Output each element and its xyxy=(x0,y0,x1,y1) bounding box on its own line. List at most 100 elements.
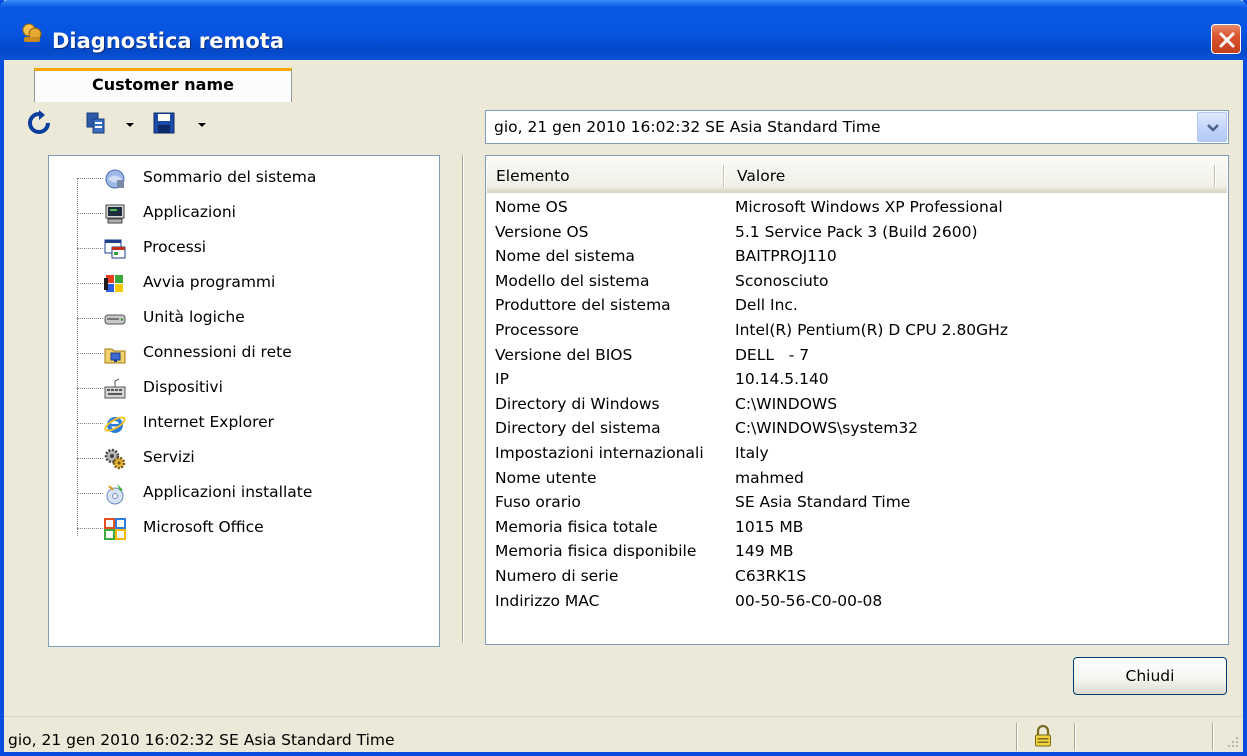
refresh-icon[interactable] xyxy=(26,110,52,136)
tab-customer-name[interactable]: Customer name xyxy=(34,68,292,102)
window-title: Diagnostica remota xyxy=(52,29,284,53)
network-connections-icon xyxy=(104,348,126,364)
column-separator[interactable] xyxy=(723,165,725,187)
list-row[interactable]: Versione OS 5.1 Service Pack 3 (Build 260… xyxy=(495,221,1225,246)
tree-item-applicazioni[interactable]: Applicazioni xyxy=(49,198,429,228)
tree-item-label: Connessioni di rete xyxy=(143,343,292,361)
tree-item-connessioni-di-rete[interactable]: Connessioni di rete xyxy=(49,338,429,368)
logical-drives-icon xyxy=(104,314,126,325)
internet-explorer-icon xyxy=(104,416,126,433)
row-key: Indirizzo MAC xyxy=(495,591,600,610)
tree-item-label: Servizi xyxy=(143,448,195,466)
list-row[interactable]: Impostazioni internazionali Italy xyxy=(495,442,1225,467)
row-key: Directory del sistema xyxy=(495,419,661,438)
title-bar[interactable]: Diagnostica remota xyxy=(0,0,1247,60)
tree-branch xyxy=(77,353,103,354)
list-row[interactable]: Directory del sistema C:\WINDOWS\system32 xyxy=(495,417,1225,442)
tree-item-processi[interactable]: Processi xyxy=(49,233,429,263)
devices-icon xyxy=(104,378,126,399)
tree-item-label: Unità logiche xyxy=(143,308,245,326)
list-row[interactable]: IP 10.14.5.140 xyxy=(495,368,1225,393)
list-row[interactable]: Versione del BIOS DELL - 7 xyxy=(495,344,1225,369)
status-separator xyxy=(1074,723,1076,751)
save-icon[interactable] xyxy=(152,111,176,135)
resize-grip-icon[interactable] xyxy=(1226,735,1240,749)
row-value: DELL - 7 xyxy=(735,345,810,364)
tree-branch xyxy=(77,493,103,494)
applications-icon xyxy=(105,204,125,224)
chiudi-button[interactable]: Chiudi xyxy=(1073,657,1227,695)
save-dropdown-arrow-icon[interactable] xyxy=(198,123,206,127)
diagnostics-app-icon xyxy=(22,23,42,42)
row-key: Directory di Windows xyxy=(495,394,660,413)
row-key: Memoria fisica totale xyxy=(495,517,658,536)
microsoft-office-icon xyxy=(104,518,126,540)
row-value: BAITPROJ110 xyxy=(735,247,837,266)
tree-branch xyxy=(77,213,103,214)
row-value: 5.1 Service Pack 3 (Build 2600) xyxy=(735,222,978,241)
tree-item-label: Applicazioni xyxy=(143,203,236,221)
lock-icon xyxy=(1035,725,1051,747)
list-row[interactable]: Indirizzo MAC 00-50-56-C0-00-08 xyxy=(495,590,1225,615)
list-row[interactable]: Numero di serie C63RK1S xyxy=(495,565,1225,590)
row-value: C:\WINDOWS\system32 xyxy=(735,419,919,438)
status-bar: gio, 21 gen 2010 16:02:32 SE Asia Standa… xyxy=(4,716,1243,752)
copy-icon[interactable] xyxy=(84,111,108,135)
tree-item-label: Internet Explorer xyxy=(143,413,275,431)
tree-branch xyxy=(77,458,103,459)
list-row[interactable]: Nome utente mahmed xyxy=(495,467,1225,492)
list-header: Elemento Valore xyxy=(487,157,1227,193)
row-key: Fuso orario xyxy=(495,493,581,512)
list-row[interactable]: Directory di Windows C:\WINDOWS xyxy=(495,393,1225,418)
row-value: 149 MB xyxy=(735,542,794,561)
tree-item-internet-explorer[interactable]: Internet Explorer xyxy=(49,408,429,438)
row-key: Versione del BIOS xyxy=(495,345,633,364)
row-value: 00-50-56-C0-00-08 xyxy=(735,591,883,610)
list-row[interactable]: Nome OS Microsoft Windows XP Professional xyxy=(495,196,1225,221)
row-value: Sconosciuto xyxy=(735,271,829,290)
column-separator[interactable] xyxy=(1214,165,1216,187)
snapshot-date-select[interactable]: gio, 21 gen 2010 16:02:32 SE Asia Standa… xyxy=(485,110,1229,144)
startup-programs-icon xyxy=(104,275,123,292)
list-row[interactable]: Modello del sistema Sconosciuto xyxy=(495,270,1225,295)
tree-item-label: Dispositivi xyxy=(143,378,223,396)
column-header-valore[interactable]: Valore xyxy=(737,167,785,185)
dropdown-button[interactable] xyxy=(1197,112,1227,142)
copy-dropdown-arrow-icon[interactable] xyxy=(126,123,134,127)
row-key: Nome OS xyxy=(495,198,568,216)
tree-item-sommario-del-sistema[interactable]: Sommario del sistema xyxy=(49,163,429,193)
row-key: Numero di serie xyxy=(495,567,619,585)
row-key: Nome utente xyxy=(495,468,597,487)
row-value: Intel(R) Pentium(R) D CPU 2.80GHz xyxy=(735,321,1008,339)
navigation-tree[interactable]: Sommario del sistema Applicazioni Proces… xyxy=(48,155,440,647)
list-row[interactable]: Nome del sistema BAITPROJ110 xyxy=(495,245,1225,270)
installed-apps-icon xyxy=(106,484,124,505)
system-info-list[interactable]: Elemento Valore Nome OS Microsoft Windows… xyxy=(485,155,1229,645)
tree-item-avvia-programmi[interactable]: Avvia programmi xyxy=(49,268,429,298)
row-value: Italy xyxy=(735,444,769,462)
tree-branch xyxy=(77,388,103,389)
list-row[interactable]: Fuso orario SE Asia Standard Time xyxy=(495,491,1225,516)
tree-item-label: Avvia programmi xyxy=(143,273,276,291)
list-row[interactable]: Produttore del sistema Dell Inc. xyxy=(495,294,1225,319)
panel-splitter[interactable] xyxy=(462,155,464,643)
row-key: Modello del sistema xyxy=(495,271,650,290)
list-row[interactable]: Memoria fisica disponibile 149 MB xyxy=(495,540,1225,565)
close-window-button[interactable] xyxy=(1211,24,1241,54)
services-icon xyxy=(104,448,126,470)
tree-item-applicazioni-installate[interactable]: Applicazioni installate xyxy=(49,478,429,508)
row-value: 1015 MB xyxy=(735,517,804,536)
tree-item-label: Sommario del sistema xyxy=(143,168,317,186)
tree-item-dispositivi[interactable]: Dispositivi xyxy=(49,373,429,403)
row-value: 10.14.5.140 xyxy=(735,370,829,389)
tree-item-unita-logiche[interactable]: Unità logiche xyxy=(49,303,429,333)
tree-branch xyxy=(77,178,103,179)
tree-item-label: Microsoft Office xyxy=(143,518,264,536)
list-row[interactable]: Memoria fisica totale 1015 MB xyxy=(495,516,1225,541)
tree-item-servizi[interactable]: Servizi xyxy=(49,443,429,473)
list-row[interactable]: Processore Intel(R) Pentium(R) D CPU 2.80… xyxy=(495,319,1225,344)
row-key: IP xyxy=(495,370,509,389)
row-key: Produttore del sistema xyxy=(495,296,671,315)
tree-item-microsoft-office[interactable]: Microsoft Office xyxy=(49,513,429,543)
column-header-elemento[interactable]: Elemento xyxy=(496,167,570,185)
